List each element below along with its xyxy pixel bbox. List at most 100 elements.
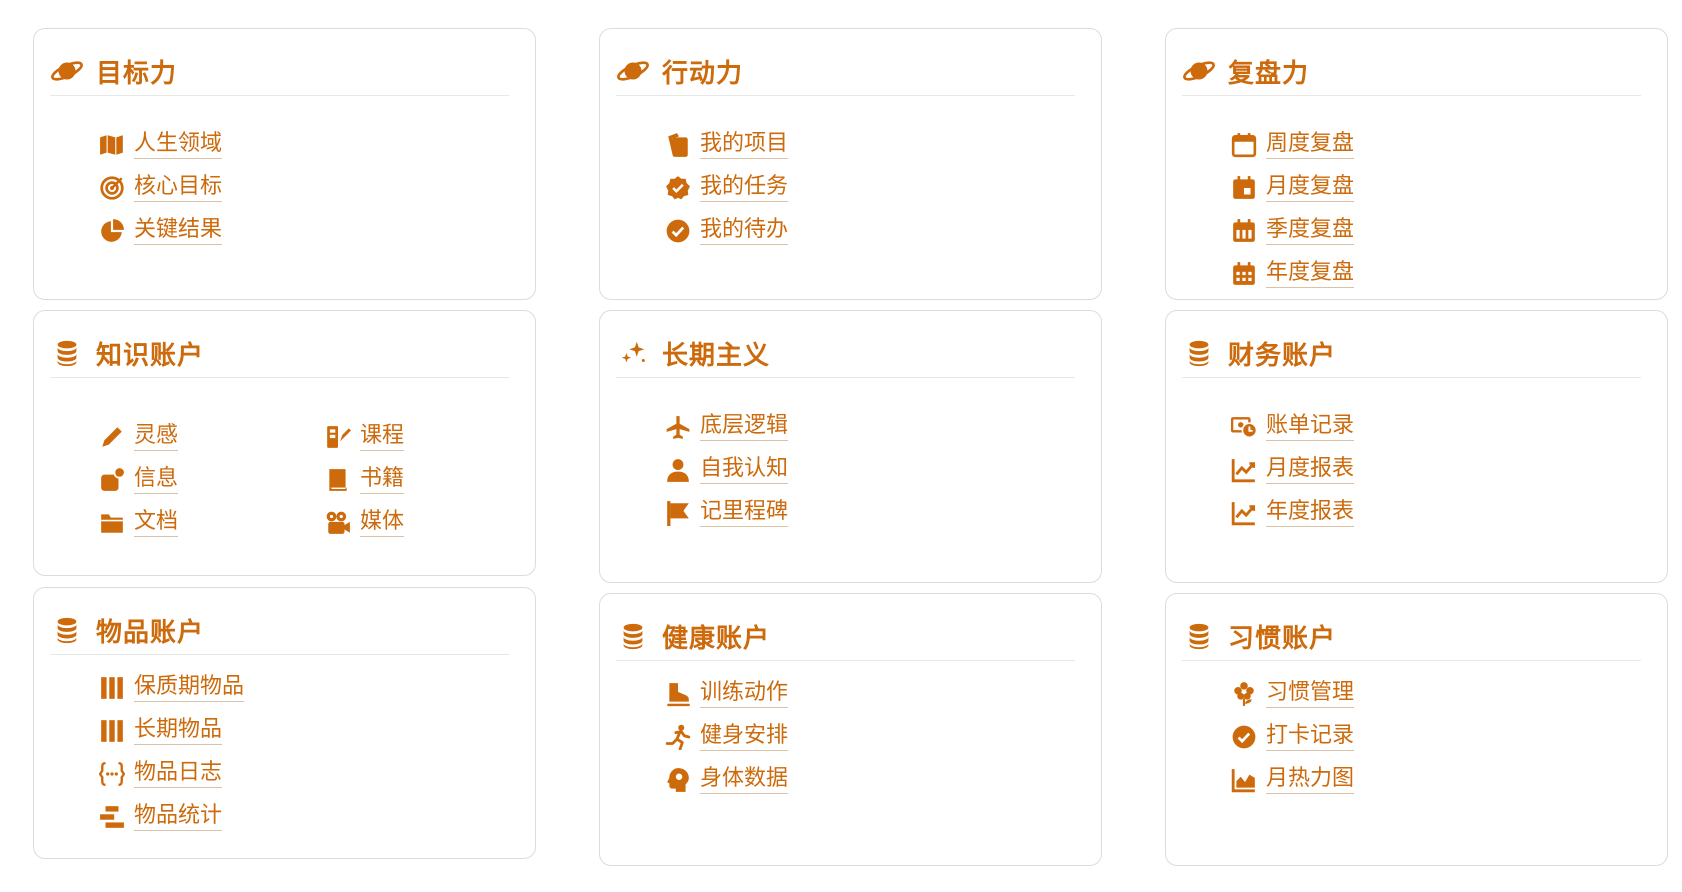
link-label[interactable]: 自我认知 — [700, 455, 789, 484]
folder-icon — [98, 509, 126, 537]
link-label[interactable]: 灵感 — [134, 422, 179, 451]
database-icon — [1182, 619, 1216, 653]
line-chart-icon — [1230, 499, 1258, 527]
database-icon — [616, 619, 650, 653]
code-brackets-icon — [98, 760, 126, 788]
card-header: 目标力 — [50, 47, 509, 96]
link-label[interactable]: 月度复盘 — [1266, 173, 1355, 202]
card-header: 知识账户 — [50, 329, 509, 378]
link-label[interactable]: 身体数据 — [700, 765, 789, 794]
link-label[interactable]: 文档 — [134, 508, 179, 537]
link-longterm-goods[interactable]: 长期物品 — [98, 709, 244, 752]
link-label[interactable]: 人生领域 — [134, 130, 223, 159]
money-clock-icon — [1230, 413, 1258, 441]
link-monthly-review[interactable]: 月度复盘 — [1230, 166, 1355, 209]
link-my-todos[interactable]: 我的待办 — [664, 209, 789, 252]
link-label[interactable]: 课程 — [360, 422, 405, 451]
link-label[interactable]: 我的项目 — [700, 130, 789, 159]
link-habit-management[interactable]: 习惯管理 — [1230, 672, 1355, 715]
planet-icon — [1182, 54, 1216, 88]
link-core-goals[interactable]: 核心目标 — [98, 166, 223, 209]
card-goal: 目标力 人生领域 核心目标 关键结果 — [33, 28, 536, 300]
card-review: 复盘力 周度复盘 月度复盘 季度复盘 年度复盘 — [1165, 28, 1668, 300]
link-books[interactable]: 书籍 — [324, 458, 524, 501]
card-header: 行动力 — [616, 47, 1075, 96]
link-milestones[interactable]: 记里程碑 — [664, 491, 789, 534]
link-label[interactable]: 保质期物品 — [134, 673, 245, 702]
link-weekly-review[interactable]: 周度复盘 — [1230, 123, 1355, 166]
link-life-areas[interactable]: 人生领域 — [98, 123, 223, 166]
link-self-awareness[interactable]: 自我认知 — [664, 448, 789, 491]
link-label[interactable]: 书籍 — [360, 465, 405, 494]
plane-icon — [664, 413, 692, 441]
link-goods-stats[interactable]: 物品统计 — [98, 795, 244, 838]
link-bill-records[interactable]: 账单记录 — [1230, 405, 1355, 448]
card-header: 复盘力 — [1182, 47, 1641, 96]
link-label[interactable]: 年度报表 — [1266, 498, 1355, 527]
database-icon — [50, 613, 84, 647]
card-title: 财务账户 — [1228, 340, 1337, 371]
link-label[interactable]: 健身安排 — [700, 722, 789, 751]
link-my-projects[interactable]: 我的项目 — [664, 123, 789, 166]
link-label[interactable]: 打卡记录 — [1266, 722, 1355, 751]
link-workout-plan[interactable]: 健身安排 — [664, 715, 789, 758]
link-label[interactable]: 习惯管理 — [1266, 679, 1355, 708]
flower-icon — [1230, 680, 1258, 708]
link-documents[interactable]: 文档 — [98, 501, 324, 544]
link-monthly-heatmap[interactable]: 月热力图 — [1230, 758, 1355, 801]
card-habit: 习惯账户 习惯管理 打卡记录 月热力图 — [1165, 593, 1668, 866]
columns-icon — [98, 717, 126, 745]
map-icon — [98, 131, 126, 159]
card-knowledge: 知识账户 灵感 课程 信息 书籍 文档 媒体 — [33, 310, 536, 576]
link-label[interactable]: 月度报表 — [1266, 455, 1355, 484]
book-icon — [324, 466, 352, 494]
link-inspiration[interactable]: 灵感 — [98, 415, 324, 458]
link-label[interactable]: 记里程碑 — [700, 498, 789, 527]
link-yearly-report[interactable]: 年度报表 — [1230, 491, 1355, 534]
link-label[interactable]: 信息 — [134, 465, 179, 494]
link-goods-log[interactable]: 物品日志 — [98, 752, 244, 795]
link-label[interactable]: 底层逻辑 — [700, 412, 789, 441]
card-title: 习惯账户 — [1228, 623, 1337, 654]
link-label[interactable]: 关键结果 — [134, 216, 223, 245]
message-dot-icon — [98, 466, 126, 494]
link-information[interactable]: 信息 — [98, 458, 324, 501]
link-body-data[interactable]: 身体数据 — [664, 758, 789, 801]
link-label[interactable]: 物品统计 — [134, 802, 223, 831]
link-label[interactable]: 长期物品 — [134, 716, 223, 745]
link-label[interactable]: 月热力图 — [1266, 765, 1355, 794]
link-quarterly-review[interactable]: 季度复盘 — [1230, 209, 1355, 252]
link-media[interactable]: 媒体 — [324, 501, 524, 544]
link-checkin-records[interactable]: 打卡记录 — [1230, 715, 1355, 758]
card-header: 健康账户 — [616, 612, 1075, 661]
link-monthly-report[interactable]: 月度报表 — [1230, 448, 1355, 491]
link-label[interactable]: 媒体 — [360, 508, 405, 537]
link-label[interactable]: 核心目标 — [134, 173, 223, 202]
card-header: 物品账户 — [50, 606, 509, 655]
link-label[interactable]: 季度复盘 — [1266, 216, 1355, 245]
link-label[interactable]: 我的任务 — [700, 173, 789, 202]
link-expiring-goods[interactable]: 保质期物品 — [98, 666, 245, 709]
link-label[interactable]: 我的待办 — [700, 216, 789, 245]
calendar-week-icon — [1230, 217, 1258, 245]
card-header: 长期主义 — [616, 329, 1075, 378]
card-title: 长期主义 — [662, 340, 771, 371]
link-courses[interactable]: 课程 — [324, 415, 524, 458]
link-yearly-review[interactable]: 年度复盘 — [1230, 252, 1355, 295]
link-label[interactable]: 账单记录 — [1266, 412, 1355, 441]
running-icon — [664, 723, 692, 751]
link-label[interactable]: 物品日志 — [134, 759, 223, 788]
link-label[interactable]: 年度复盘 — [1266, 259, 1355, 288]
card-action: 行动力 我的项目 我的任务 我的待办 — [599, 28, 1102, 300]
link-first-principles[interactable]: 底层逻辑 — [664, 405, 789, 448]
card-finance: 财务账户 账单记录 月度报表 年度报表 — [1165, 310, 1668, 583]
calendar-day-icon — [1230, 174, 1258, 202]
badge-check-icon — [664, 174, 692, 202]
link-label[interactable]: 周度复盘 — [1266, 130, 1355, 159]
link-key-results[interactable]: 关键结果 — [98, 209, 223, 252]
video-camera-icon — [324, 509, 352, 537]
link-label[interactable]: 训练动作 — [700, 679, 789, 708]
link-my-tasks[interactable]: 我的任务 — [664, 166, 789, 209]
pie-chart-icon — [98, 217, 126, 245]
link-exercises[interactable]: 训练动作 — [664, 672, 789, 715]
